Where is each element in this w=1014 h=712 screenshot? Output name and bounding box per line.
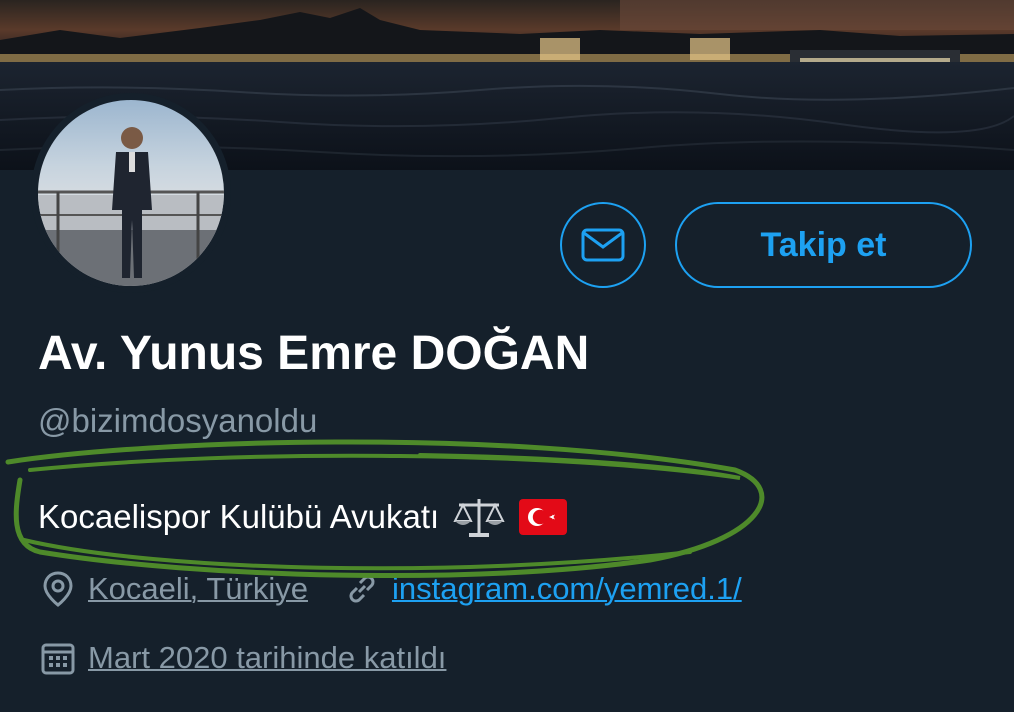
- joined-text: Mart 2020 tarihinde katıldı: [88, 640, 447, 675]
- location-text: Kocaeli, Türkiye: [88, 571, 308, 606]
- avatar-photo: [38, 100, 224, 286]
- profile-name: Av. Yunus Emre DOĞAN: [38, 327, 590, 380]
- website-link[interactable]: instagram.com/yemred.1/: [392, 571, 742, 607]
- profile-bio: Kocaelispor Kulübü Avukatı: [38, 495, 568, 539]
- follow-button-label: Takip et: [760, 225, 887, 264]
- location-icon: [40, 570, 76, 608]
- envelope-icon: [581, 228, 625, 262]
- joined-row: Mart 2020 tarihinde katıldı: [40, 640, 446, 676]
- calendar-icon: [40, 640, 76, 676]
- profile-meta-row: Kocaeli, Türkiye instagram.com/yemred.1/: [40, 570, 742, 608]
- link-icon: [344, 571, 380, 607]
- message-button[interactable]: [560, 202, 646, 288]
- balance-scale-icon: [453, 495, 505, 539]
- avatar[interactable]: [31, 93, 231, 293]
- profile-handle: @bizimdosyanoldu: [38, 402, 318, 439]
- bio-text: Kocaelispor Kulübü Avukatı: [38, 498, 440, 535]
- turkey-flag-icon: [519, 499, 568, 535]
- follow-button[interactable]: Takip et: [675, 202, 972, 288]
